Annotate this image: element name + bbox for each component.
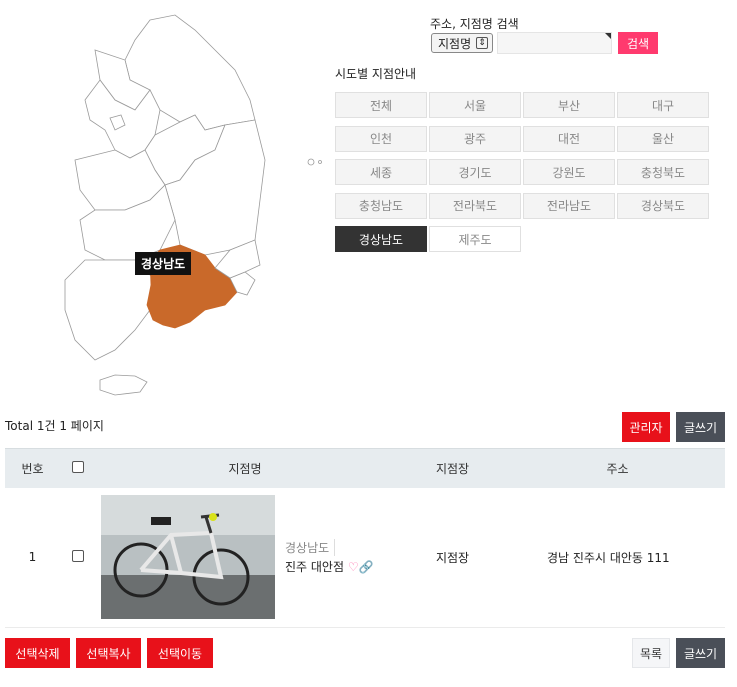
row-checkbox[interactable] [71, 549, 84, 562]
region-button-gyeonggi[interactable]: 경기도 [429, 159, 521, 185]
move-selected-button[interactable]: 선택이동 [147, 638, 213, 668]
row-checkbox-cell [60, 488, 95, 628]
heart-icon: ♡ [347, 560, 359, 575]
region-button-busan[interactable]: 부산 [523, 92, 615, 118]
region-button-gyeongbuk[interactable]: 경상북도 [617, 192, 709, 219]
table-row[interactable]: 1 경상남도 진주 대안점 ♡🔗 지점장 경남 진주시 대안동 111 [5, 488, 725, 628]
chevron-up-down-icon: ⇕ [476, 37, 488, 49]
col-address: 주소 [510, 448, 725, 488]
link-icon: 🔗 [358, 560, 374, 575]
board-total-count: Total 1건 1 페이지 [5, 419, 104, 433]
search-label: 주소, 지점명 검색 [430, 17, 519, 31]
search-bar: 지점명 ⇕ 검색 [431, 32, 658, 54]
map-island-ulleung [307, 158, 315, 166]
region-button-gangwon[interactable]: 강원도 [523, 159, 615, 185]
region-guide-title: 시도별 지점안내 [335, 67, 417, 81]
row-branch-cell: 경상남도 진주 대안점 ♡🔗 [95, 488, 395, 628]
branch-info: 경상남도 진주 대안점 ♡🔗 [285, 539, 374, 575]
row-address: 경남 진주시 대안동 111 [547, 550, 670, 565]
region-button-chungbuk[interactable]: 충청북도 [617, 159, 709, 185]
region-button-jeju[interactable]: 제주도 [429, 226, 521, 252]
map-selected-tooltip: 경상남도 [135, 252, 192, 275]
delete-selected-button[interactable]: 선택삭제 [5, 638, 70, 668]
row-number: 1 [28, 550, 37, 565]
bicycle-photo [101, 495, 275, 620]
write-button-bottom[interactable]: 글쓰기 [676, 638, 725, 668]
search-field-select[interactable]: 지점명 ⇕ [431, 33, 493, 53]
map-island-dokdo [318, 160, 322, 164]
table-header-row: 번호 지점명 지점장 주소 [5, 448, 725, 488]
branch-thumbnail-image[interactable] [101, 495, 275, 620]
copy-selected-button[interactable]: 선택복사 [76, 638, 141, 668]
list-button[interactable]: 목록 [632, 638, 670, 668]
korea-region-map [64, 14, 322, 396]
region-button-incheon[interactable]: 인천 [335, 125, 427, 152]
region-button-jeonnam[interactable]: 전라남도 [523, 192, 615, 219]
search-select-value: 지점명 [438, 36, 472, 51]
branch-table: 번호 지점명 지점장 주소 1 경상남도 진주 대안점 ♡🔗 지점장 경남 진주… [5, 448, 725, 628]
search-button[interactable]: 검색 [618, 32, 658, 54]
map-region-jeonnam[interactable] [64, 259, 156, 361]
region-button-grid: 전체 서울 부산 대구 인천 광주 대전 울산 세종 경기도 강원도 충청북도 … [335, 92, 711, 252]
branch-name-link[interactable]: 진주 대안점 [285, 560, 344, 574]
branch-category: 경상남도 [285, 539, 336, 557]
col-manager: 지점장 [395, 448, 510, 488]
col-number: 번호 [5, 448, 60, 488]
search-input[interactable] [497, 32, 612, 54]
write-button-top[interactable]: 글쓰기 [676, 412, 725, 442]
map-region-jeju[interactable] [99, 374, 148, 396]
region-button-seoul[interactable]: 서울 [429, 92, 521, 118]
region-button-jeonbuk[interactable]: 전라북도 [429, 192, 521, 219]
region-button-daejeon[interactable]: 대전 [523, 125, 615, 152]
col-branch-name: 지점명 [95, 448, 395, 488]
region-button-gyeongnam[interactable]: 경상남도 [335, 226, 427, 252]
select-all-checkbox[interactable] [71, 460, 84, 473]
region-button-all[interactable]: 전체 [335, 92, 427, 118]
region-button-ulsan[interactable]: 울산 [617, 125, 709, 152]
row-manager: 지점장 [435, 550, 470, 565]
region-button-daegu[interactable]: 대구 [617, 92, 709, 118]
admin-button[interactable]: 관리자 [622, 412, 670, 442]
region-button-chungnam[interactable]: 충청남도 [335, 192, 427, 219]
region-button-sejong[interactable]: 세종 [335, 159, 427, 185]
region-button-gwangju[interactable]: 광주 [429, 125, 521, 152]
col-select-all [60, 448, 95, 488]
